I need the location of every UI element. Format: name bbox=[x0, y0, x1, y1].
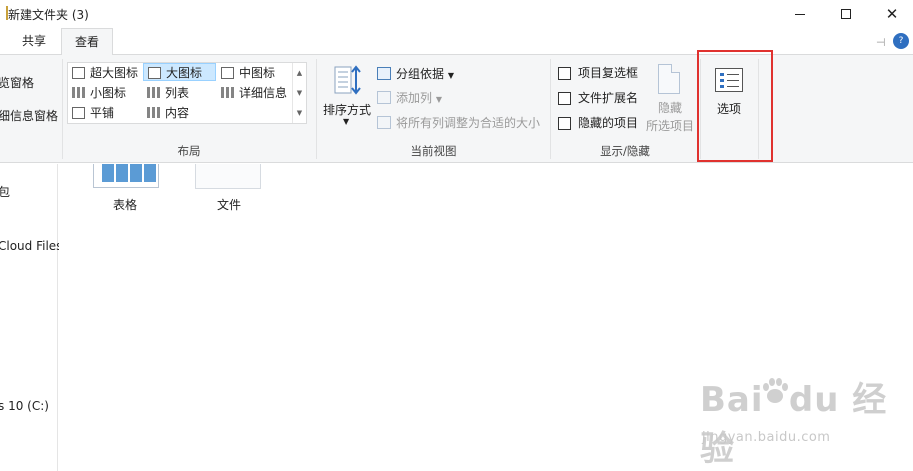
item-check-boxes-toggle[interactable]: 项目复选框 bbox=[558, 63, 638, 83]
current-view-group-label: 当前视图 bbox=[410, 144, 457, 158]
add-columns-button[interactable]: 添加列 ▼ bbox=[377, 88, 442, 108]
spreadsheet-thumbnail-icon bbox=[93, 164, 159, 188]
file-name-extensions-toggle[interactable]: 文件扩展名 bbox=[558, 88, 638, 108]
layout-item-label: 内容 bbox=[165, 106, 190, 120]
layout-item-label: 超大图标 bbox=[90, 66, 139, 80]
size-all-columns-button[interactable]: 将所有列调整为合适的大小 bbox=[377, 113, 540, 133]
layout-large-icons[interactable]: 大图标 bbox=[143, 63, 216, 81]
file-item-document[interactable]: 文件 bbox=[189, 164, 269, 216]
group-by-icon bbox=[377, 67, 391, 80]
tab-share[interactable]: 共享 bbox=[12, 28, 56, 55]
watermark-logo: Baiddu 经验 bbox=[700, 380, 888, 469]
layout-item-label: 大图标 bbox=[166, 66, 203, 80]
nav-item[interactable]: s 10 (C:) bbox=[0, 399, 49, 413]
gallery-more-icon[interactable]: ▼ bbox=[293, 103, 306, 123]
hidden-items-toggle[interactable]: 隐藏的项目 bbox=[558, 113, 638, 133]
content-icon bbox=[147, 107, 160, 118]
ribbon: 览窗格 细信息窗格 超大图标 大图标 中图标 小图标 列表 详细信息 平铺 内容… bbox=[0, 55, 913, 163]
size-all-columns-label: 将所有列调整为合适的大小 bbox=[396, 116, 541, 130]
watermark-url: jingyan.baidu.com bbox=[702, 430, 831, 445]
chevron-down-icon: ▼ bbox=[343, 117, 350, 126]
layout-medium-icons[interactable]: 中图标 bbox=[217, 64, 275, 82]
layout-item-label: 中图标 bbox=[239, 66, 276, 80]
document-thumbnail-icon bbox=[195, 164, 261, 189]
preview-pane-button[interactable]: 览窗格 bbox=[0, 74, 34, 91]
group-by-label: 分组依据 bbox=[396, 67, 445, 81]
ribbon-tab-row: 共享 查看 ⊣ ? bbox=[0, 28, 913, 56]
layout-tiles[interactable]: 平铺 bbox=[68, 104, 114, 122]
file-item-spreadsheet[interactable]: 表格 bbox=[81, 164, 161, 216]
layout-extra-large-icons[interactable]: 超大图标 bbox=[68, 64, 138, 82]
gallery-scrollbar[interactable]: ▲ ▼ ▼ bbox=[292, 63, 306, 123]
title-bar: 新建文件夹 (3) ✕ bbox=[0, 0, 913, 28]
maximize-icon bbox=[841, 9, 851, 19]
scroll-up-icon[interactable]: ▲ bbox=[293, 63, 306, 83]
layout-gallery: 超大图标 大图标 中图标 小图标 列表 详细信息 平铺 内容 ▲ ▼ ▼ bbox=[67, 62, 307, 124]
layout-small-icons[interactable]: 小图标 bbox=[68, 84, 126, 102]
chevron-down-icon: ▼ bbox=[447, 71, 454, 80]
minimize-button[interactable] bbox=[777, 0, 823, 28]
close-button[interactable]: ✕ bbox=[869, 0, 913, 28]
size-columns-icon bbox=[377, 116, 391, 129]
nav-item[interactable]: Cloud Files bbox=[0, 239, 62, 253]
layout-item-label: 小图标 bbox=[90, 86, 127, 100]
minimize-icon bbox=[795, 13, 805, 15]
folder-icon bbox=[0, 6, 8, 20]
file-name: 文件 bbox=[216, 198, 241, 212]
details-pane-button[interactable]: 细信息窗格 bbox=[0, 107, 58, 124]
baidu-jingyan-watermark: Baiddu 经验 jingyan.baidu.com bbox=[700, 372, 900, 469]
close-icon: ✕ bbox=[885, 4, 899, 23]
layout-details[interactable]: 详细信息 bbox=[217, 84, 287, 102]
small-icons-icon bbox=[72, 87, 85, 98]
checkbox[interactable] bbox=[558, 117, 571, 130]
nav-item[interactable]: 包 bbox=[0, 183, 10, 200]
add-columns-icon bbox=[377, 91, 391, 104]
layout-item-label: 平铺 bbox=[90, 106, 115, 120]
add-columns-label: 添加列 bbox=[396, 91, 433, 105]
show-hide-group-label: 显示/隐藏 bbox=[600, 144, 650, 158]
hide-selected-items-button[interactable]: 隐藏 所选项目 bbox=[645, 61, 695, 133]
checkbox[interactable] bbox=[558, 92, 571, 105]
layout-item-label: 列表 bbox=[165, 86, 190, 100]
hide-selected-label-line1: 隐藏 bbox=[657, 101, 682, 115]
details-icon bbox=[221, 87, 234, 98]
layout-item-label: 详细信息 bbox=[239, 86, 288, 100]
medium-icons-icon bbox=[221, 67, 234, 79]
tab-view[interactable]: 查看 bbox=[61, 28, 113, 56]
help-icon[interactable]: ? bbox=[893, 33, 909, 49]
checkbox-label: 隐藏的项目 bbox=[578, 116, 639, 130]
navigation-pane: 包 Cloud Files s 10 (C:) bbox=[0, 164, 62, 471]
list-icon bbox=[147, 87, 160, 98]
tiles-icon bbox=[72, 107, 85, 119]
sort-by-label: 排序方式 bbox=[322, 103, 371, 117]
layout-list[interactable]: 列表 bbox=[143, 84, 189, 102]
chevron-down-icon: ▼ bbox=[435, 95, 442, 104]
layout-group-label: 布局 bbox=[177, 144, 201, 158]
window-title: 新建文件夹 (3) bbox=[8, 8, 89, 22]
pin-icon[interactable]: ⊣ bbox=[876, 36, 886, 49]
sort-by-button[interactable]: 排序方式 ▼ bbox=[321, 63, 373, 135]
annotation-highlight bbox=[697, 50, 773, 162]
hide-selected-label-line2: 所选项目 bbox=[645, 119, 694, 133]
hide-document-icon bbox=[658, 64, 680, 94]
layout-content[interactable]: 内容 bbox=[143, 104, 189, 122]
checkbox-label: 项目复选框 bbox=[578, 66, 639, 80]
scroll-down-icon[interactable]: ▼ bbox=[293, 83, 306, 103]
sort-icon bbox=[334, 65, 361, 95]
ribbon-extra-controls: ⊣ ? bbox=[873, 32, 913, 52]
large-icons-icon bbox=[148, 67, 161, 79]
group-by-button[interactable]: 分组依据 ▼ bbox=[377, 64, 454, 84]
checkbox[interactable] bbox=[558, 67, 571, 80]
extra-large-icons-icon bbox=[72, 67, 85, 79]
paw-icon bbox=[763, 378, 788, 403]
checkbox-label: 文件扩展名 bbox=[578, 91, 639, 105]
maximize-button[interactable] bbox=[823, 0, 869, 28]
file-name: 表格 bbox=[112, 198, 137, 212]
